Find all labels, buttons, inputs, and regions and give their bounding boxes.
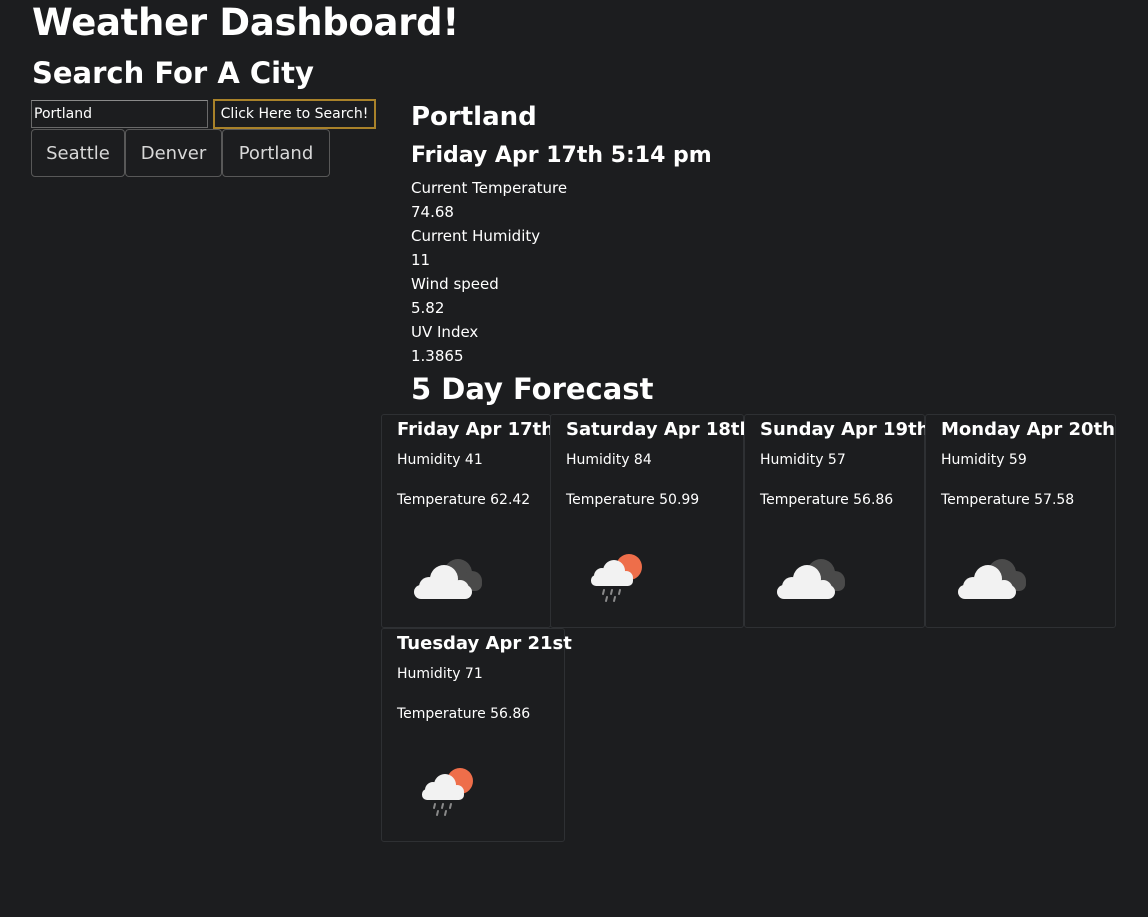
current-uv-value: 1.3865 bbox=[411, 347, 464, 365]
forecast-card: Saturday Apr 18th Humidity 84 Temperatur… bbox=[550, 414, 752, 628]
forecast-date: Tuesday Apr 21st bbox=[397, 633, 572, 654]
overcast-clouds-icon bbox=[414, 559, 482, 599]
forecast-date: Monday Apr 20th bbox=[941, 419, 1115, 440]
forecast-heading: 5 Day Forecast bbox=[411, 372, 654, 406]
history-city-button[interactable]: Seattle bbox=[31, 129, 125, 177]
forecast-card: Tuesday Apr 21st Humidity 71 Temperature… bbox=[381, 628, 572, 842]
city-search-input[interactable] bbox=[31, 100, 208, 128]
current-uv-label: UV Index bbox=[411, 323, 479, 341]
overcast-clouds-icon bbox=[777, 559, 845, 599]
forecast-humidity: Humidity 84 bbox=[566, 452, 652, 468]
overcast-clouds-icon bbox=[958, 559, 1026, 599]
current-temp-value: 74.68 bbox=[411, 203, 454, 221]
forecast-humidity: Humidity 59 bbox=[941, 452, 1027, 468]
current-city-name: Portland bbox=[411, 102, 537, 132]
search-heading: Search For A City bbox=[32, 56, 314, 90]
history-city-button[interactable]: Denver bbox=[125, 129, 222, 177]
forecast-date: Sunday Apr 19th bbox=[760, 419, 930, 440]
forecast-humidity: Humidity 41 bbox=[397, 452, 483, 468]
forecast-temperature: Temperature 56.86 bbox=[397, 706, 531, 722]
forecast-humidity: Humidity 71 bbox=[397, 666, 483, 682]
light-rain-icon bbox=[591, 554, 642, 602]
current-datetime: Friday Apr 17th 5:14 pm bbox=[411, 143, 712, 168]
forecast-date: Friday Apr 17th bbox=[397, 419, 555, 440]
app-title: Weather Dashboard! bbox=[32, 1, 459, 44]
forecast-temperature: Temperature 62.42 bbox=[397, 492, 531, 508]
forecast-date: Saturday Apr 18th bbox=[566, 419, 753, 440]
history-city-button[interactable]: Portland bbox=[222, 129, 330, 177]
forecast-temperature: Temperature 56.86 bbox=[760, 492, 894, 508]
current-temp-label: Current Temperature bbox=[411, 179, 568, 197]
forecast-card: Monday Apr 20th Humidity 59 Temperature … bbox=[925, 414, 1116, 628]
current-humidity-label: Current Humidity bbox=[411, 227, 541, 245]
forecast-humidity: Humidity 57 bbox=[760, 452, 846, 468]
light-rain-icon bbox=[422, 768, 473, 816]
current-wind-value: 5.82 bbox=[411, 299, 445, 317]
current-humidity-value: 11 bbox=[411, 251, 431, 269]
forecast-card: Sunday Apr 19th Humidity 57 Temperature … bbox=[744, 414, 930, 628]
forecast-temperature: Temperature 50.99 bbox=[566, 492, 700, 508]
forecast-card: Friday Apr 17th Humidity 41 Temperature … bbox=[381, 414, 555, 628]
search-button[interactable]: Click Here to Search! bbox=[213, 99, 376, 129]
forecast-temperature: Temperature 57.58 bbox=[941, 492, 1075, 508]
current-wind-label: Wind speed bbox=[411, 275, 499, 293]
